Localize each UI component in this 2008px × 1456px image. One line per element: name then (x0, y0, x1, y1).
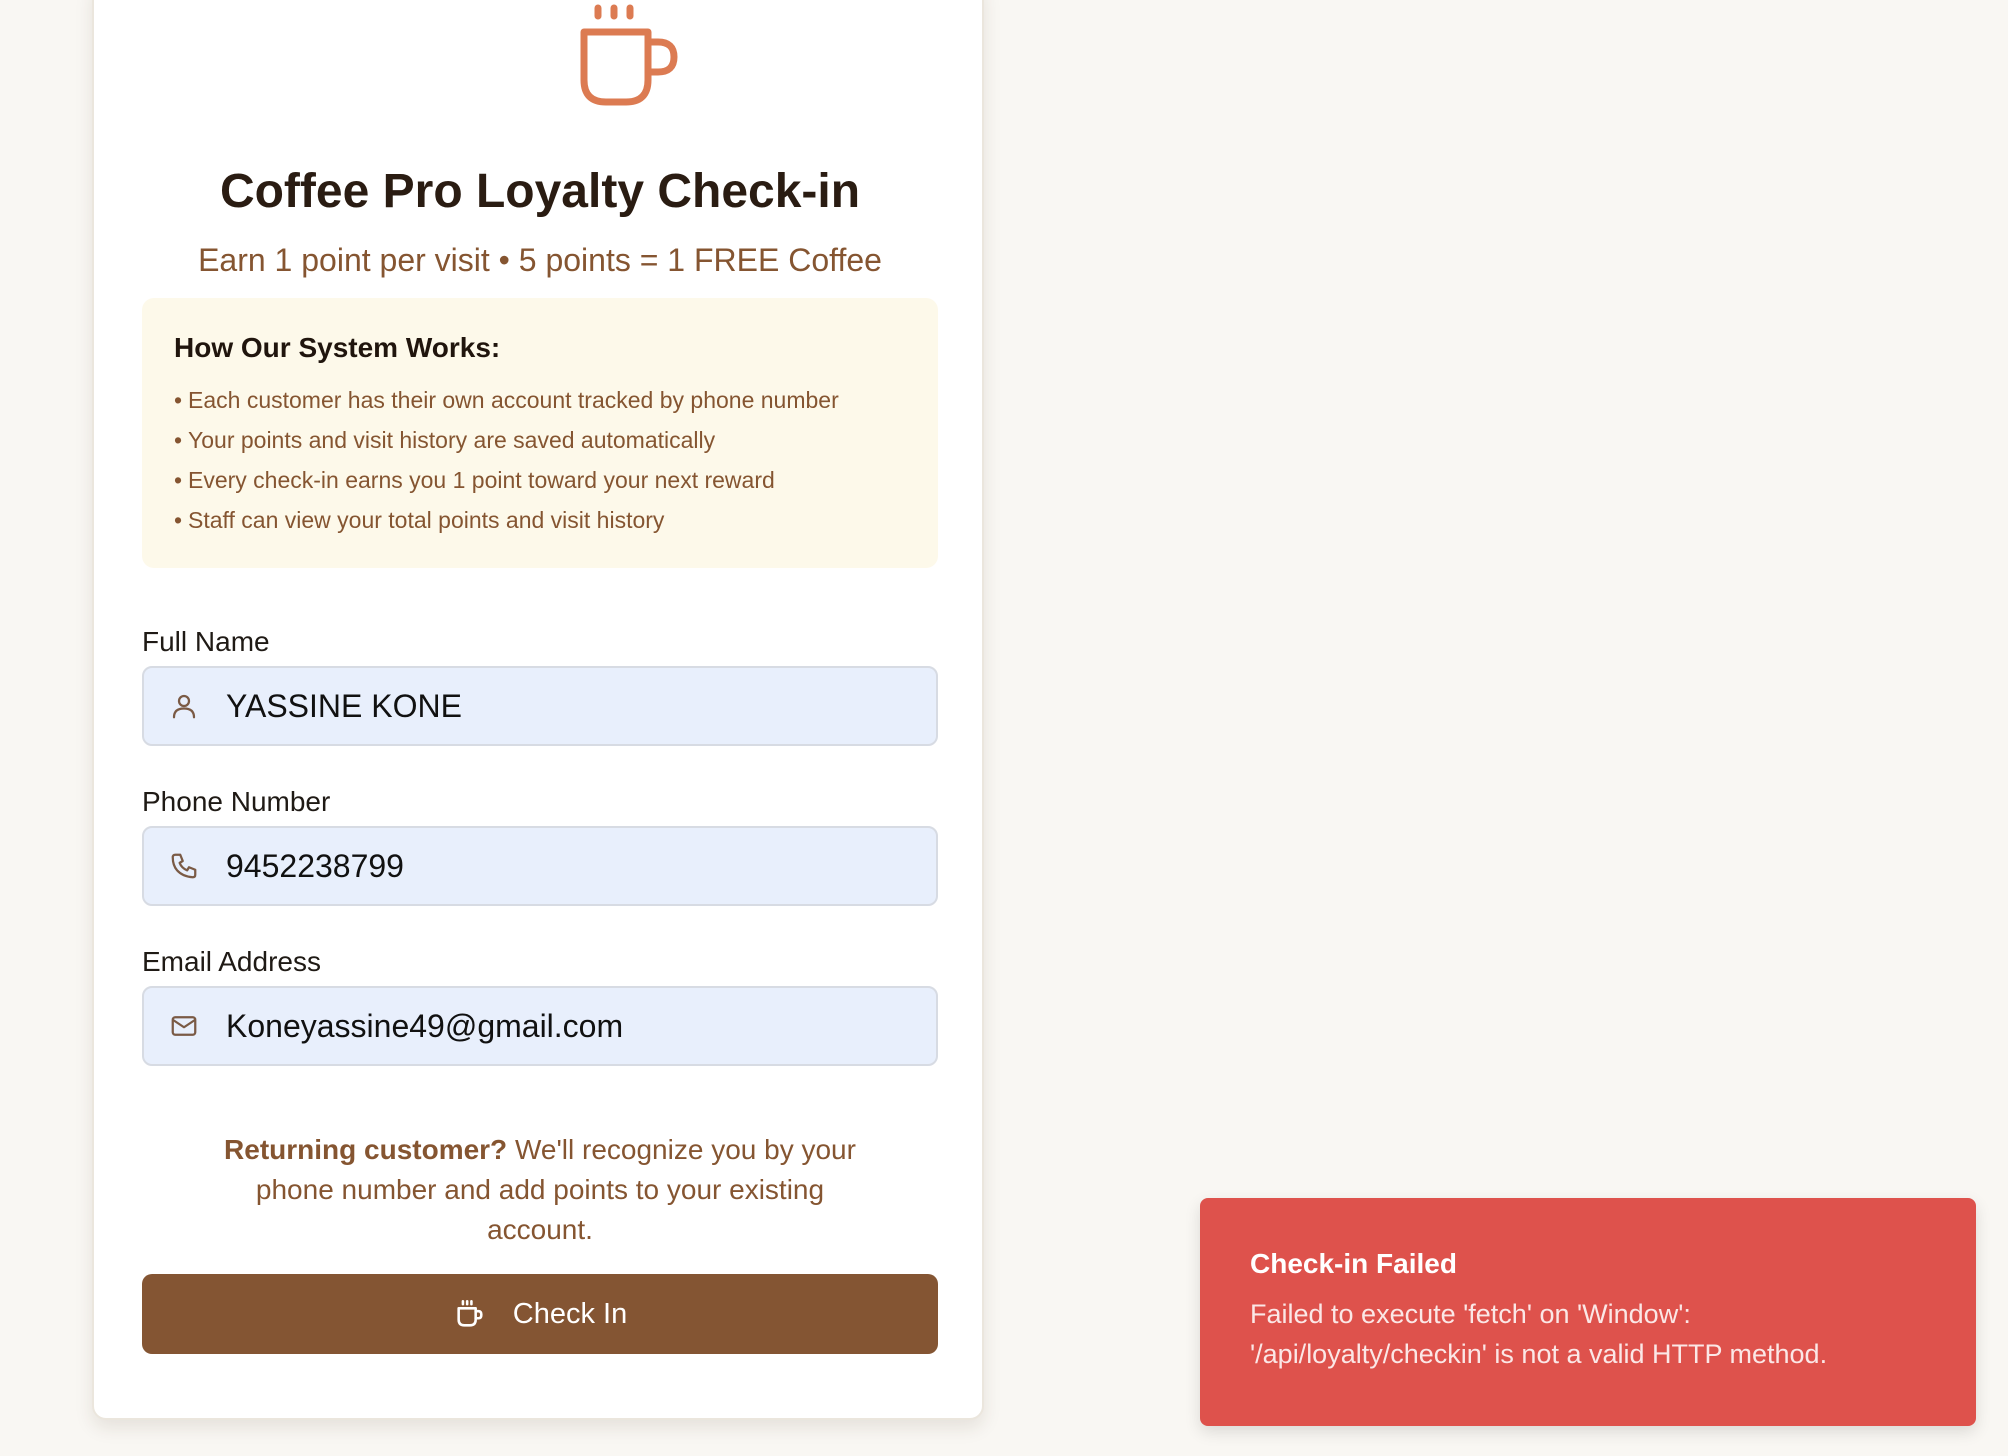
email-value: Koneyassine49@gmail.com (226, 1007, 624, 1044)
page-subtitle: Earn 1 point per visit • 5 points = 1 FR… (198, 242, 882, 278)
info-item: • Your points and visit history are saved… (174, 427, 716, 453)
check-in-label: Check In (512, 1297, 628, 1330)
phone-value: 9452238799 (226, 847, 404, 884)
email-field[interactable]: Koneyassine49@gmail.com (142, 986, 938, 1066)
toast-message: Failed to execute 'fetch' on 'Window': '… (1250, 1299, 1828, 1369)
user-icon (144, 668, 224, 744)
info-item: • Each customer has their own account tra… (174, 387, 839, 413)
email-label: Email Address (142, 946, 321, 977)
info-item: • Staff can view your total points and vi… (174, 507, 665, 533)
phone-icon (144, 828, 224, 904)
page-title: Coffee Pro Loyalty Check-in (219, 165, 861, 218)
checkin-card: Coffee Pro Loyalty Check-in Earn 1 point… (92, 0, 984, 1420)
info-title: How Our System Works: (174, 332, 501, 363)
mail-icon (144, 988, 224, 1064)
check-in-button[interactable]: Check In (142, 1274, 938, 1354)
name-field[interactable]: YASSINE KONE (142, 666, 938, 746)
name-label: Full Name (142, 626, 270, 657)
page: Coffee Pro Loyalty Check-in Earn 1 point… (0, 0, 2008, 1456)
toast-title: Check-in Failed (1250, 1248, 1457, 1279)
coffee-cup-icon (453, 1297, 487, 1331)
phone-label: Phone Number (142, 786, 331, 817)
info-box: How Our System Works: • Each customer has… (142, 298, 938, 568)
name-value: YASSINE KONE (226, 687, 462, 724)
phone-field[interactable]: 9452238799 (142, 826, 938, 906)
info-item: • Every check-in earns you 1 point toward… (174, 467, 775, 493)
returning-customer-note: Returning customer? We'll recognize you … (224, 1134, 856, 1245)
error-toast[interactable]: Check-in Failed Failed to execute 'fetch… (1200, 1198, 1976, 1426)
coffee-cup-icon (574, 0, 694, 114)
